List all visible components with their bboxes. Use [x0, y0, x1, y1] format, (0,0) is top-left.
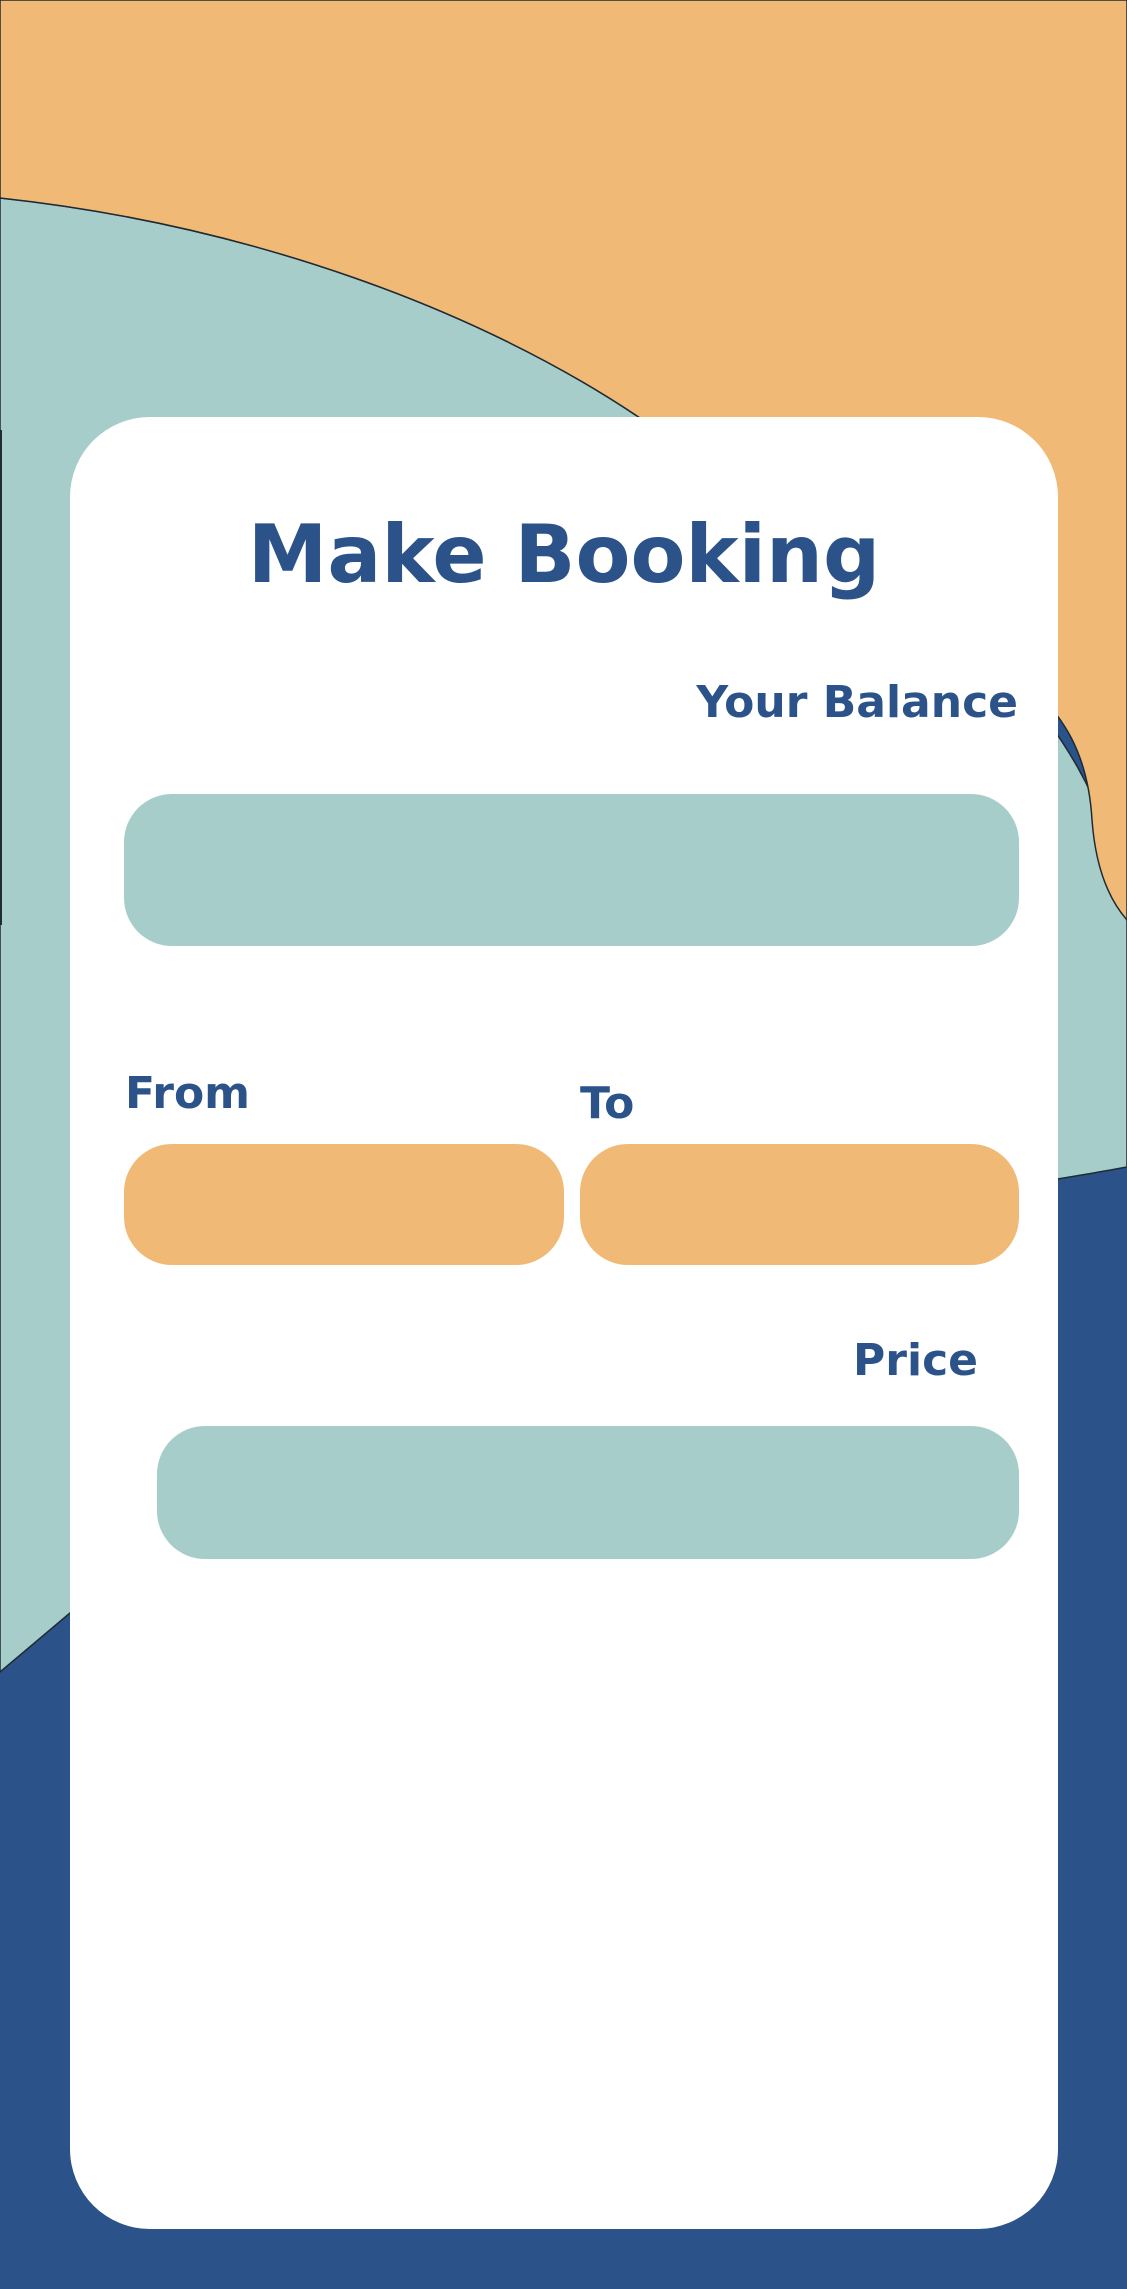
from-field[interactable] — [124, 1144, 564, 1265]
to-field[interactable] — [580, 1144, 1019, 1265]
booking-card: Make Booking Your Balance From To Price — [70, 417, 1058, 2229]
booking-screen: Make Booking Your Balance From To Price — [0, 0, 1127, 2289]
balance-field[interactable] — [124, 794, 1019, 946]
from-label: From — [125, 1068, 251, 1119]
balance-label: Your Balance — [696, 677, 1018, 728]
to-label: To — [580, 1078, 635, 1129]
price-label: Price — [853, 1335, 978, 1386]
page-title: Make Booking — [247, 508, 881, 601]
price-field[interactable] — [157, 1426, 1019, 1559]
